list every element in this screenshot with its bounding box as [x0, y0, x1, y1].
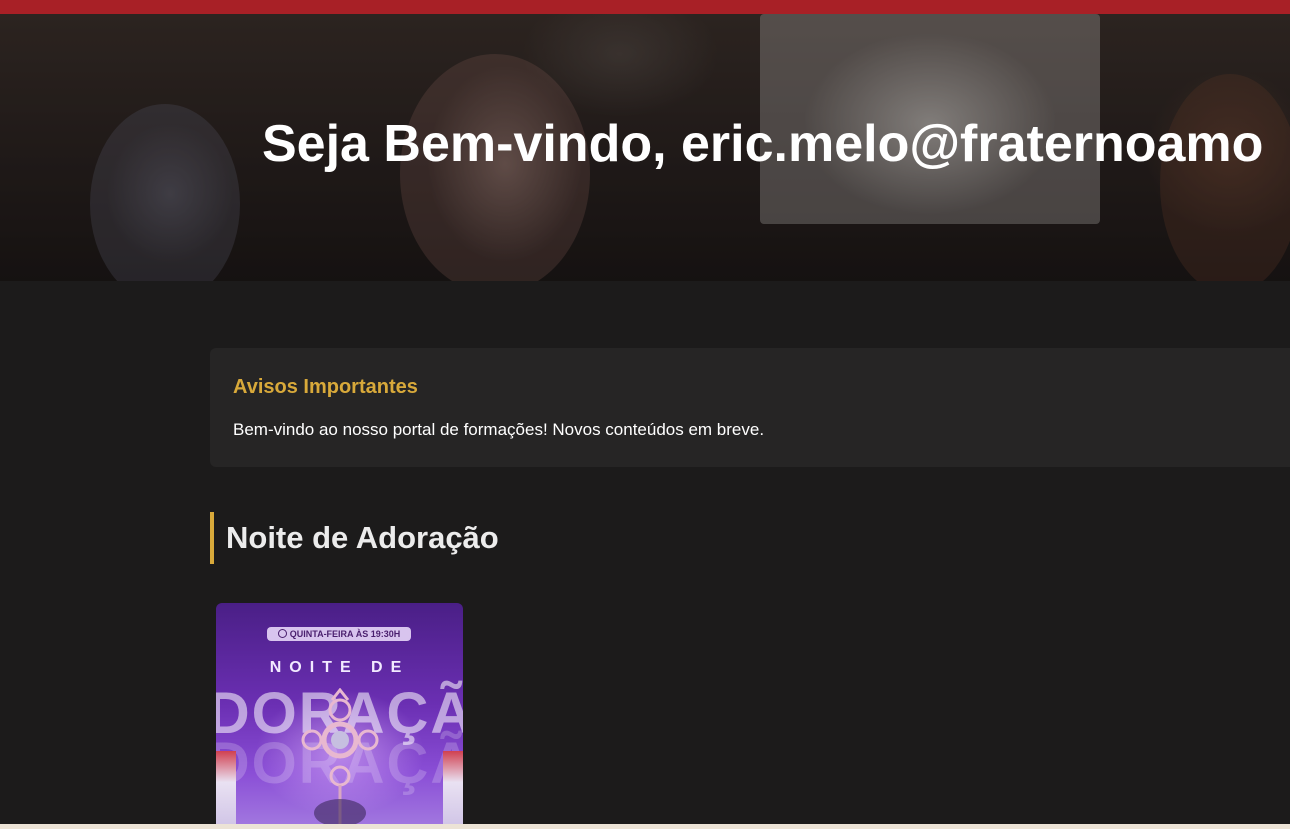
- bottom-edge-strip: [0, 824, 1290, 829]
- important-notices-panel: Avisos Importantes Bem-vindo ao nosso po…: [210, 348, 1290, 467]
- section-title: Noite de Adoração: [226, 520, 499, 555]
- monstrance-icon: [301, 688, 379, 829]
- candle-right-icon: [443, 751, 463, 829]
- poster-time-pill: QUINTA-FEIRA ÀS 19:30H: [267, 627, 411, 641]
- notices-title: Avisos Importantes: [233, 376, 418, 398]
- notices-text: Bem-vindo ao nosso portal de formações! …: [233, 420, 765, 439]
- section-heading-noite-de-adoracao: Noite de Adoração: [210, 512, 499, 564]
- poster-time-label: QUINTA-FEIRA ÀS 19:30H: [289, 629, 401, 639]
- course-card-noite-de-adoracao[interactable]: QUINTA-FEIRA ÀS 19:30H NOITE DE DORAÇÃ D…: [216, 603, 463, 829]
- top-accent-bar: [0, 0, 1290, 14]
- hero-banner: Seja Bem-vindo, eric.melo@fraternoamo: [0, 14, 1290, 281]
- clock-icon: [277, 629, 287, 638]
- welcome-heading: Seja Bem-vindo, eric.melo@fraternoamo: [262, 115, 1264, 173]
- poster-subtitle: NOITE DE: [269, 659, 410, 676]
- candle-left-icon: [216, 751, 236, 829]
